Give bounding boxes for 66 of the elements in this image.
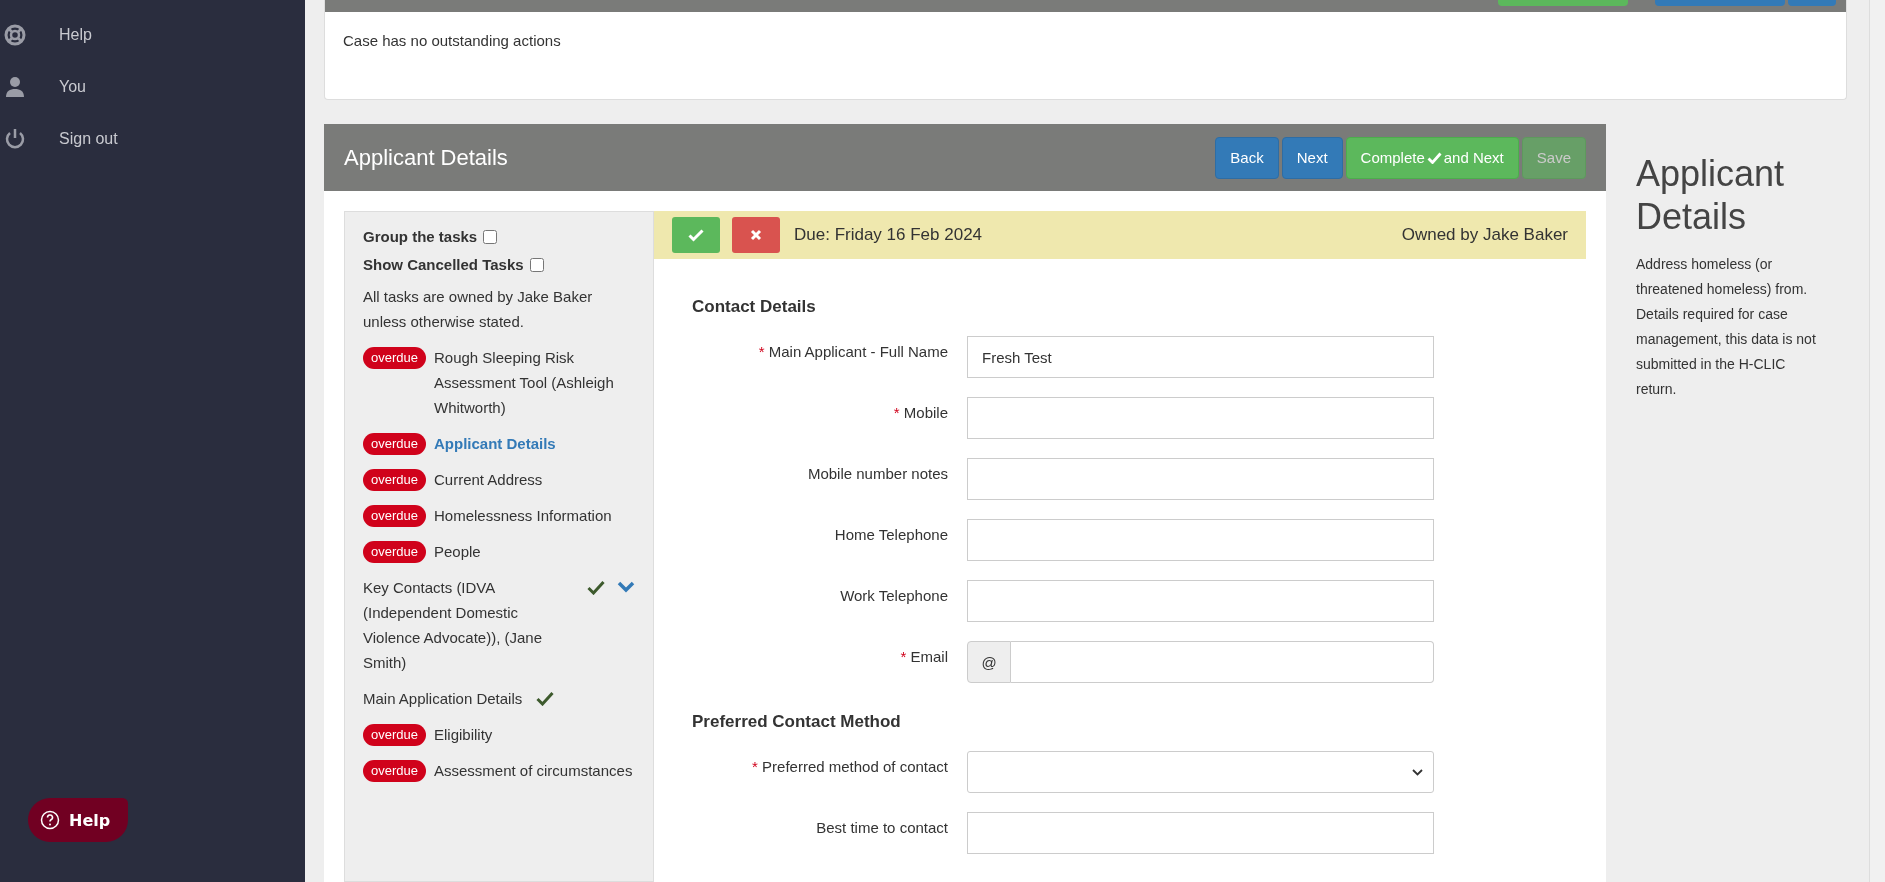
- info-title: Applicant Details: [1636, 152, 1786, 238]
- task-link[interactable]: Rough Sleeping Risk Assessment Tool (Ashleigh Whitworth): [434, 345, 635, 420]
- field-label: * Mobile: [892, 403, 948, 421]
- field-label: Best time to contact: [815, 818, 948, 836]
- overdue-badge: overdue: [363, 541, 426, 563]
- check-icon: [1426, 151, 1442, 164]
- at-sign-addon: @: [967, 641, 1011, 683]
- field-label: * Main Applicant - Full Name: [757, 342, 948, 360]
- task-owner: Owned by Jake Baker: [1401, 225, 1568, 245]
- task-link[interactable]: People: [434, 539, 481, 564]
- help-icon: [40, 810, 60, 830]
- overdue-badge: overdue: [363, 347, 426, 369]
- input-field[interactable]: [967, 519, 1434, 561]
- checkbox[interactable]: [483, 229, 498, 244]
- cancel-button[interactable]: [732, 217, 780, 253]
- field-label: * Preferred method of contact: [751, 757, 948, 775]
- task-note: All tasks are owned by Jake Baker unless otherwise stated.: [363, 287, 594, 332]
- task-link[interactable]: Eligibility: [434, 722, 493, 747]
- chevron-down-icon[interactable]: [617, 580, 635, 593]
- input-field[interactable]: [967, 458, 1434, 500]
- overdue-badge: overdue: [363, 505, 426, 527]
- panel-button[interactable]: Next: [1281, 136, 1343, 179]
- field-label: Mobile number notes: [806, 464, 948, 482]
- chevron-down-icon: [1412, 768, 1423, 776]
- overdue-badge: overdue: [363, 433, 426, 455]
- section-heading: Preferred Contact Method: [692, 712, 902, 732]
- option-label: Show Cancelled Tasks: [363, 256, 524, 273]
- cut-off-button[interactable]: [1655, 0, 1785, 6]
- field-label: * Email: [899, 647, 948, 665]
- option-label: Group the tasks: [363, 228, 478, 245]
- task-link[interactable]: Key Contacts (IDVA (Independent Domestic Violence Advocate)), (Jane Smith): [363, 575, 573, 675]
- overdue-badge: overdue: [363, 724, 426, 746]
- section-heading: Contact Details: [692, 297, 817, 317]
- input-field[interactable]: [967, 580, 1434, 622]
- field-label: Work Telephone: [839, 586, 948, 604]
- user-icon: [4, 76, 26, 98]
- close-icon: [750, 229, 762, 241]
- power-icon: [4, 128, 26, 150]
- complete-button[interactable]: [672, 217, 720, 253]
- email-field[interactable]: [1011, 641, 1434, 683]
- task-link[interactable]: Applicant Details: [434, 431, 556, 456]
- input-field[interactable]: Fresh Test: [967, 336, 1434, 378]
- input-field[interactable]: [967, 812, 1434, 854]
- due-date: Due: Friday 16 Feb 2024: [794, 225, 983, 245]
- field-label: Home Telephone: [833, 525, 948, 543]
- overdue-badge: overdue: [363, 760, 426, 782]
- input-field[interactable]: [967, 397, 1434, 439]
- task-link[interactable]: Homelessness Information: [434, 503, 612, 528]
- panel-title: Applicant Details: [344, 144, 508, 171]
- nav-item[interactable]: Sign out: [0, 128, 305, 150]
- nav-item[interactable]: Help: [0, 24, 305, 46]
- panel-button[interactable]: Back: [1215, 136, 1279, 179]
- info-text: Address homeless (or threatened homeless) from. Details required for case management, this data is not submitted in the H-CLIC return.: [1636, 255, 1817, 399]
- overdue-badge: overdue: [363, 469, 426, 491]
- cut-off-button[interactable]: [1498, 0, 1628, 6]
- lifebuoy-icon: [4, 24, 26, 46]
- checkbox[interactable]: [529, 257, 544, 272]
- check-icon: [688, 228, 704, 242]
- case-message: Case has no outstanding actions: [342, 31, 562, 51]
- task-link[interactable]: Assessment of circumstances: [434, 758, 633, 783]
- select-field[interactable]: [967, 751, 1434, 793]
- cut-off-button[interactable]: [1788, 0, 1836, 6]
- help-button[interactable]: Help: [28, 798, 129, 842]
- task-link[interactable]: Current Address: [434, 467, 543, 492]
- nav-item[interactable]: You: [0, 76, 305, 98]
- task-link[interactable]: Main Application Details: [363, 686, 523, 711]
